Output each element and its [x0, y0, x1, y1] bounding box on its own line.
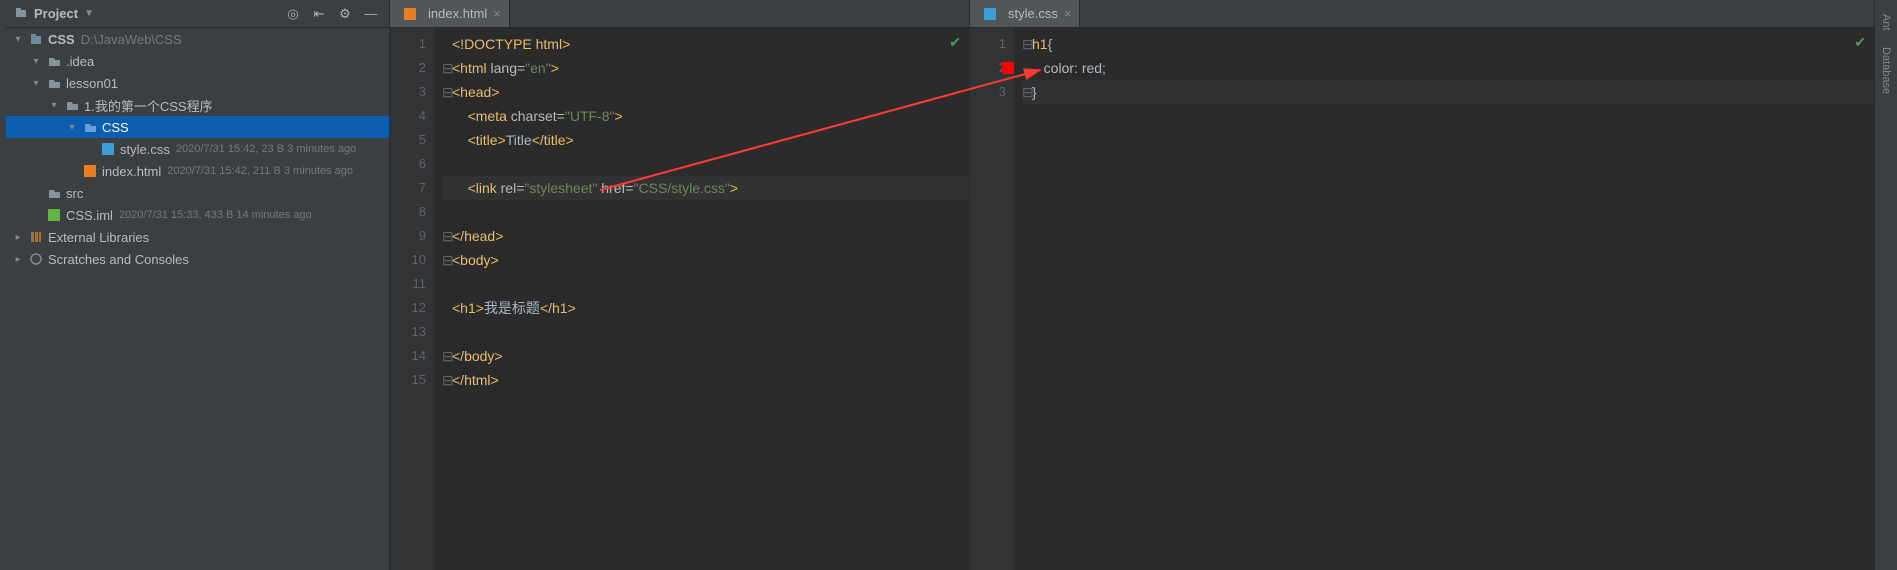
collapse-all-icon[interactable]: ⇤	[309, 4, 329, 24]
close-tab-icon[interactable]: ×	[493, 6, 501, 21]
project-icon	[14, 5, 28, 22]
dropdown-arrow-icon[interactable]: ▼	[84, 8, 94, 19]
folder-icon	[46, 53, 62, 69]
tree-item-name: CSS.iml	[66, 208, 113, 223]
tree-item-name: src	[66, 186, 83, 201]
color-swatch-red[interactable]	[1002, 62, 1014, 74]
expand-arrow-icon[interactable]: ▾	[30, 78, 42, 89]
gutter-right[interactable]: 123	[970, 28, 1014, 570]
close-tab-icon[interactable]: ×	[1064, 6, 1072, 21]
tree-item-name: CSS	[102, 120, 129, 135]
code-area-right[interactable]: ✔ 123 ⊟h1{ color: red; ⊟}	[970, 28, 1874, 570]
code-area-left[interactable]: ✔ 123456789101112131415 <!DOCTYPE html> …	[390, 28, 969, 570]
tree-item-meta: 2020/7/31 15:42, 23 B 3 minutes ago	[176, 143, 356, 155]
tree-row[interactable]: index.html 2020/7/31 15:42, 211 B 3 minut…	[6, 160, 389, 182]
expand-arrow-icon[interactable]: ▸	[12, 254, 24, 265]
tab-label: style.css	[1008, 6, 1058, 21]
project-tool-window: Project ▼ ◎ ⇤ ⚙ — ▾ CSS D:\JavaWeb\CSS ▾…	[6, 0, 390, 570]
ext-libs-label: External Libraries	[48, 230, 149, 245]
tree-row[interactable]: ▾ lesson01	[6, 72, 389, 94]
libraries-icon	[28, 229, 44, 245]
root-name: CSS	[48, 32, 75, 47]
right-sidebar: Ant Database	[1875, 0, 1897, 570]
tree-row[interactable]: CSS.iml 2020/7/31 15:33, 433 B 14 minutes…	[6, 204, 389, 226]
tab-index-html[interactable]: index.html ×	[390, 0, 510, 27]
iml-icon	[46, 207, 62, 223]
tree-row[interactable]: ▾ .idea	[6, 50, 389, 72]
select-opened-file-icon[interactable]: ◎	[283, 4, 303, 24]
html-file-icon	[402, 6, 418, 22]
gear-icon[interactable]: ⚙	[335, 4, 355, 24]
tree-item-name: lesson01	[66, 76, 118, 91]
expand-arrow-icon[interactable]: ▾	[12, 34, 24, 45]
folder-icon	[46, 185, 62, 201]
code-right[interactable]: ⊟h1{ color: red; ⊟}	[1014, 28, 1874, 570]
ant-tool-tab[interactable]: Ant	[1880, 6, 1892, 39]
project-title[interactable]: Project	[34, 6, 78, 21]
editor-right: style.css × ✔ 123 ⊟h1{ color: red; ⊟}	[970, 0, 1875, 570]
css-file-icon	[982, 6, 998, 22]
tree-item-name: 1.我的第一个CSS程序	[84, 96, 213, 115]
expand-arrow-icon[interactable]: ▸	[12, 232, 24, 243]
tree-item-meta: 2020/7/31 15:33, 433 B 14 minutes ago	[119, 209, 312, 221]
module-icon	[28, 31, 44, 47]
tab-label: index.html	[428, 6, 487, 21]
tree-item-name: .idea	[66, 54, 94, 69]
expand-arrow-icon[interactable]: ▾	[48, 100, 60, 111]
tree-row[interactable]: ▾ CSS	[6, 116, 389, 138]
editors-area: index.html × ✔ 123456789101112131415 <!D…	[390, 0, 1875, 570]
editor-right-tabs: style.css ×	[970, 0, 1874, 28]
tree-row[interactable]: src	[6, 182, 389, 204]
scratches-icon	[28, 251, 44, 267]
editor-left: index.html × ✔ 123456789101112131415 <!D…	[390, 0, 970, 570]
editor-left-tabs: index.html ×	[390, 0, 969, 28]
database-tool-tab[interactable]: Database	[1880, 39, 1892, 102]
code-left[interactable]: <!DOCTYPE html> ⊟<html lang="en"> ⊟<head…	[434, 28, 969, 570]
folder-blue-icon	[82, 119, 98, 135]
scratches-label: Scratches and Consoles	[48, 252, 189, 267]
html-icon	[82, 163, 98, 179]
expand-arrow-icon[interactable]: ▾	[66, 122, 78, 133]
css-icon	[100, 141, 116, 157]
tree-item-meta: 2020/7/31 15:42, 211 B 3 minutes ago	[167, 165, 353, 177]
root-path: D:\JavaWeb\CSS	[81, 32, 182, 47]
hide-icon[interactable]: —	[361, 4, 381, 24]
gutter-left[interactable]: 123456789101112131415	[390, 28, 434, 570]
tab-style-css[interactable]: style.css ×	[970, 0, 1080, 27]
project-header: Project ▼ ◎ ⇤ ⚙ —	[6, 0, 389, 28]
scratches-consoles[interactable]: ▸ Scratches and Consoles	[6, 248, 389, 270]
tree-item-name: style.css	[120, 142, 170, 157]
tree-root[interactable]: ▾ CSS D:\JavaWeb\CSS	[6, 28, 389, 50]
tree-item-name: index.html	[102, 164, 161, 179]
project-tree[interactable]: ▾ CSS D:\JavaWeb\CSS ▾ .idea ▾ lesson01 ▾ 1.我…	[6, 28, 389, 570]
folder-icon	[46, 75, 62, 91]
folder-icon	[64, 97, 80, 113]
external-libraries[interactable]: ▸ External Libraries	[6, 226, 389, 248]
expand-arrow-icon[interactable]: ▾	[30, 56, 42, 67]
tree-row[interactable]: style.css 2020/7/31 15:42, 23 B 3 minutes…	[6, 138, 389, 160]
tree-row[interactable]: ▾ 1.我的第一个CSS程序	[6, 94, 389, 116]
